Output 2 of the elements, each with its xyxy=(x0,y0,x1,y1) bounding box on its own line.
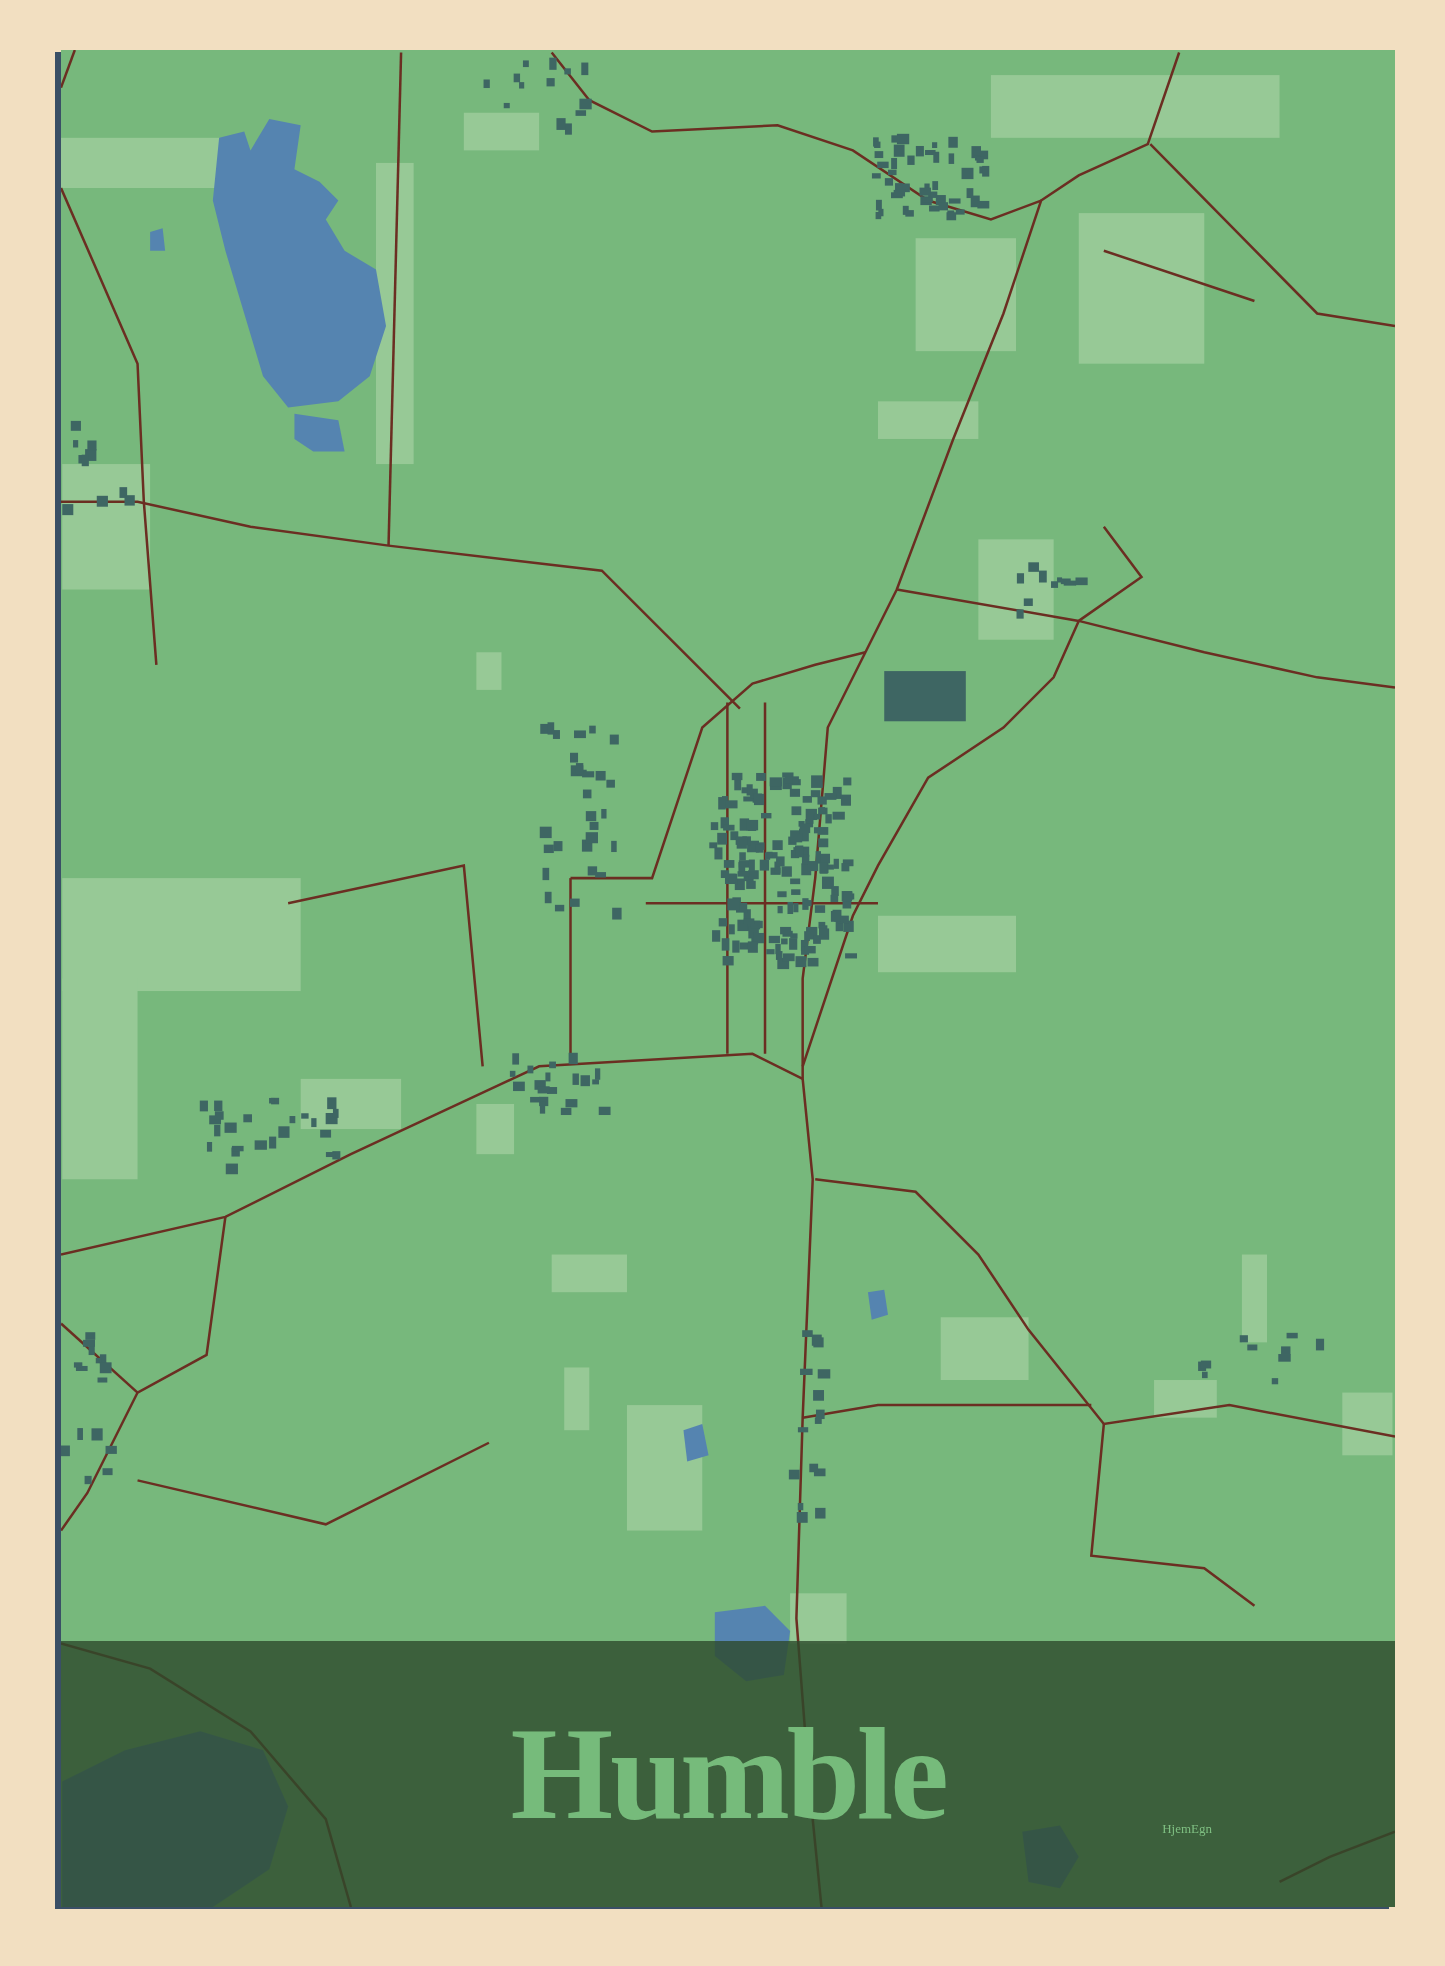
town-name: Humble xyxy=(510,1708,946,1840)
brand-logo: HjemEgn xyxy=(1162,1822,1212,1835)
